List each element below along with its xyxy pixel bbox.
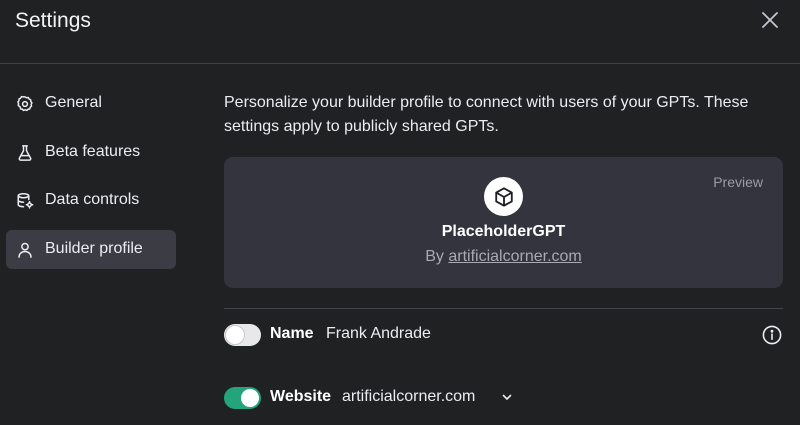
user-icon <box>16 241 34 259</box>
website-toggle[interactable] <box>224 387 261 409</box>
name-toggle[interactable] <box>224 324 261 346</box>
cube-icon <box>494 186 513 207</box>
website-label: Website <box>270 388 332 405</box>
gpt-author: By artificialcorner.com <box>224 248 783 266</box>
section-divider <box>224 308 783 309</box>
website-value[interactable]: artificialcorner.com <box>342 388 475 406</box>
website-row: Website artificialcorner.com <box>224 387 784 413</box>
modal-title: Settings <box>15 9 91 32</box>
gpt-author-prefix: By <box>425 248 449 265</box>
gpt-author-link[interactable]: artificialcorner.com <box>448 248 581 265</box>
sidebar-item-label: Beta features <box>45 143 141 160</box>
close-icon <box>762 12 778 28</box>
gpt-avatar <box>484 177 523 216</box>
sidebar-item-builder-profile[interactable]: Builder profile <box>6 230 176 269</box>
preview-tag: Preview <box>713 174 763 190</box>
gpt-name: PlaceholderGPT <box>441 223 566 240</box>
name-value: Frank Andrade <box>326 325 431 342</box>
info-icon[interactable] <box>761 324 783 346</box>
sidebar-item-label: General <box>45 94 102 111</box>
name-label: Name <box>270 325 314 342</box>
name-row: Name Frank Andrade <box>224 324 784 350</box>
settings-modal: Settings General Beta features Data cont… <box>0 0 800 425</box>
close-button[interactable] <box>756 6 784 34</box>
database-gear-icon <box>16 192 34 210</box>
toggle-knob <box>241 389 259 407</box>
builder-profile-description: Personalize your builder profile to conn… <box>224 94 749 135</box>
sidebar-item-label: Data controls <box>45 191 140 208</box>
sidebar-item-label: Builder profile <box>45 240 143 257</box>
sidebar-item-beta-features[interactable]: Beta features <box>6 133 176 172</box>
gpt-preview-card: Preview PlaceholderGPT By artificialcorn… <box>224 157 783 288</box>
gear-icon <box>16 95 34 113</box>
modal-header: Settings <box>0 0 800 64</box>
sidebar-item-general[interactable]: General <box>6 84 176 123</box>
sidebar-item-data-controls[interactable]: Data controls <box>6 181 176 220</box>
flask-icon <box>16 144 34 162</box>
toggle-knob <box>226 326 244 344</box>
chevron-down-icon[interactable] <box>500 390 514 404</box>
